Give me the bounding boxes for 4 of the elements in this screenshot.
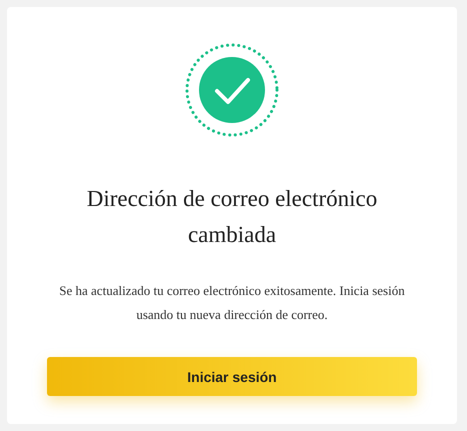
check-circle-icon bbox=[185, 43, 279, 137]
confirmation-message: Se ha actualizado tu correo electrónico exitosamente. Inicia sesión usando tu nueva dirección de correo. bbox=[58, 282, 406, 324]
page-title: Dirección de correo electrónico cambiada bbox=[86, 185, 378, 249]
sign-in-button[interactable]: Iniciar sesión bbox=[47, 357, 417, 396]
